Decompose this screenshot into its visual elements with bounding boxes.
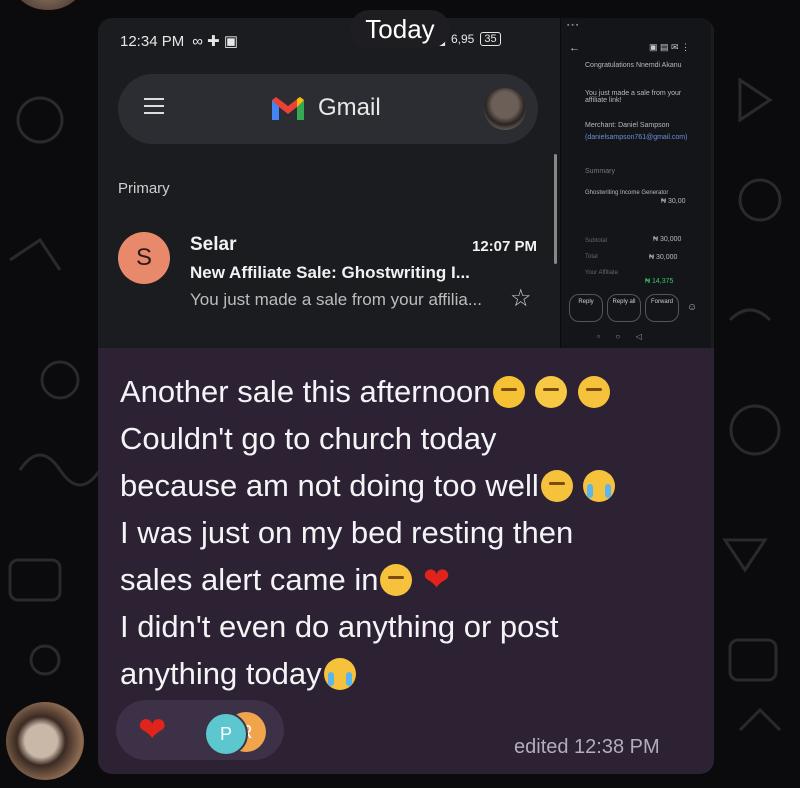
menu-icon — [144, 98, 164, 119]
message-line-text: because am not doing too well — [120, 468, 539, 503]
mini-emoji-icon: ☺ — [687, 302, 698, 313]
message-line-text: sales alert came in — [120, 562, 379, 597]
scrollbar — [554, 154, 557, 264]
mini-product: Ghostwriting Income Generator — [585, 190, 669, 196]
reactor-avatar[interactable]: P — [204, 712, 248, 756]
money-mouth-face-icon — [492, 376, 525, 408]
message-line-text: Another sale this afternoon — [120, 374, 491, 409]
email-sender: Selar — [190, 234, 237, 255]
gmail-screenshot-image[interactable]: 12:34 PM ∞ ✚ ▣ ▂▄▆ 6,95 35 Gmail Primary… — [98, 18, 714, 348]
mini-affiliate-value: ₦ 14,375 — [645, 278, 674, 285]
message-line-text: Couldn't go to church today — [120, 421, 497, 456]
red-heart-icon: ❤ — [423, 561, 450, 597]
message-line: because am not doing too well — [120, 462, 710, 509]
mini-subtotal-label: Subtotal — [585, 238, 608, 244]
message-text: Another sale this afternoon Couldn't go … — [120, 368, 710, 697]
mini-toolbar-icons: ▣ ▤ ✉ ⋮ — [649, 42, 691, 52]
status-bar: 12:34 PM ∞ ✚ ▣ — [120, 32, 238, 51]
mini-merchant: Merchant: Daniel Sampson — [585, 122, 670, 129]
mini-line2: You just made a sale from your affiliate… — [585, 90, 682, 104]
pensive-face-icon — [540, 470, 573, 502]
mini-nav-icons: ▫ ○ ◁ — [597, 332, 642, 341]
mini-reply-button: Reply — [569, 294, 603, 322]
relieved-face-icon — [577, 376, 610, 408]
mini-reply-all-label: Reply all — [612, 299, 636, 305]
gmail-logo-icon — [272, 97, 304, 120]
mini-subtotal-value: ₦ 30,000 — [653, 236, 682, 243]
mini-forward-label: Forward — [650, 299, 673, 305]
inbox-section-label: Primary — [118, 180, 170, 197]
email-subject: New Affiliate Sale: Ghostwriting I... — [190, 263, 470, 282]
mini-affiliate-label: Your Affiliate — [585, 270, 619, 276]
email-snippet: You just made a sale from your affilia..… — [190, 290, 482, 309]
back-icon: ← — [569, 42, 580, 54]
email-time: 12:07 PM — [472, 238, 538, 255]
mini-status: ▪ ▪ ▪ — [567, 22, 579, 29]
partying-face-icon — [380, 564, 413, 596]
mini-total-value: ₦ 30,000 — [649, 254, 678, 261]
mini-reply-label: Reply — [578, 299, 594, 305]
message-line-text: I was just on my bed resting then — [120, 515, 574, 550]
message-line: anything today — [120, 650, 710, 697]
battery-icon: 35 — [480, 32, 501, 46]
date-divider: Today — [350, 10, 450, 48]
data-speed: 6,95 — [450, 32, 475, 46]
loudly-crying-face-icon — [323, 658, 356, 690]
loudly-crying-face-icon — [583, 470, 616, 502]
mini-line1: Congratulations Nnemdi Akanu — [585, 62, 682, 69]
message-bubble[interactable]: 12:34 PM ∞ ✚ ▣ ▂▄▆ 6,95 35 Gmail Primary… — [98, 18, 714, 774]
gmail-search-bar: Gmail — [118, 74, 538, 144]
mini-summary: Summary — [585, 168, 615, 175]
reaction-bar[interactable]: ❤ P R — [116, 700, 284, 760]
mini-amount: ₦ 30,00 — [661, 198, 686, 205]
sender-avatar-photo[interactable] — [6, 702, 84, 780]
message-line: Another sale this afternoon — [120, 368, 710, 415]
pleading-face-icon — [535, 376, 568, 408]
message-line-text: I didn't even do anything or post — [120, 609, 559, 644]
sender-avatar: S — [118, 232, 170, 284]
profile-avatar — [484, 88, 526, 130]
edited-timestamp: edited 12:38 PM — [514, 736, 660, 758]
star-icon: ☆ — [510, 285, 532, 312]
message-line: I didn't even do anything or post — [120, 603, 710, 650]
gmail-title: Gmail — [318, 94, 381, 121]
mini-total-label: Total — [585, 254, 598, 260]
message-line: I was just on my bed resting then — [120, 509, 710, 556]
status-icons: ∞ ✚ ▣ — [192, 33, 238, 50]
message-line: Couldn't go to church today — [120, 415, 710, 462]
heart-reaction-icon[interactable]: ❤ — [138, 710, 167, 750]
status-time: 12:34 PM — [120, 32, 185, 50]
mini-merchant-email: (danielsampson761@gmail.com) — [585, 134, 688, 141]
mini-forward-button: Forward — [645, 294, 679, 322]
message-line-text: anything today — [120, 656, 322, 691]
email-detail-screenshot: ▪ ▪ ▪ ← ▣ ▤ ✉ ⋮ Congratulations Nnemdi A… — [560, 18, 711, 348]
message-line: sales alert came in ❤ — [120, 556, 710, 603]
mini-reply-all-button: Reply all — [607, 294, 641, 322]
